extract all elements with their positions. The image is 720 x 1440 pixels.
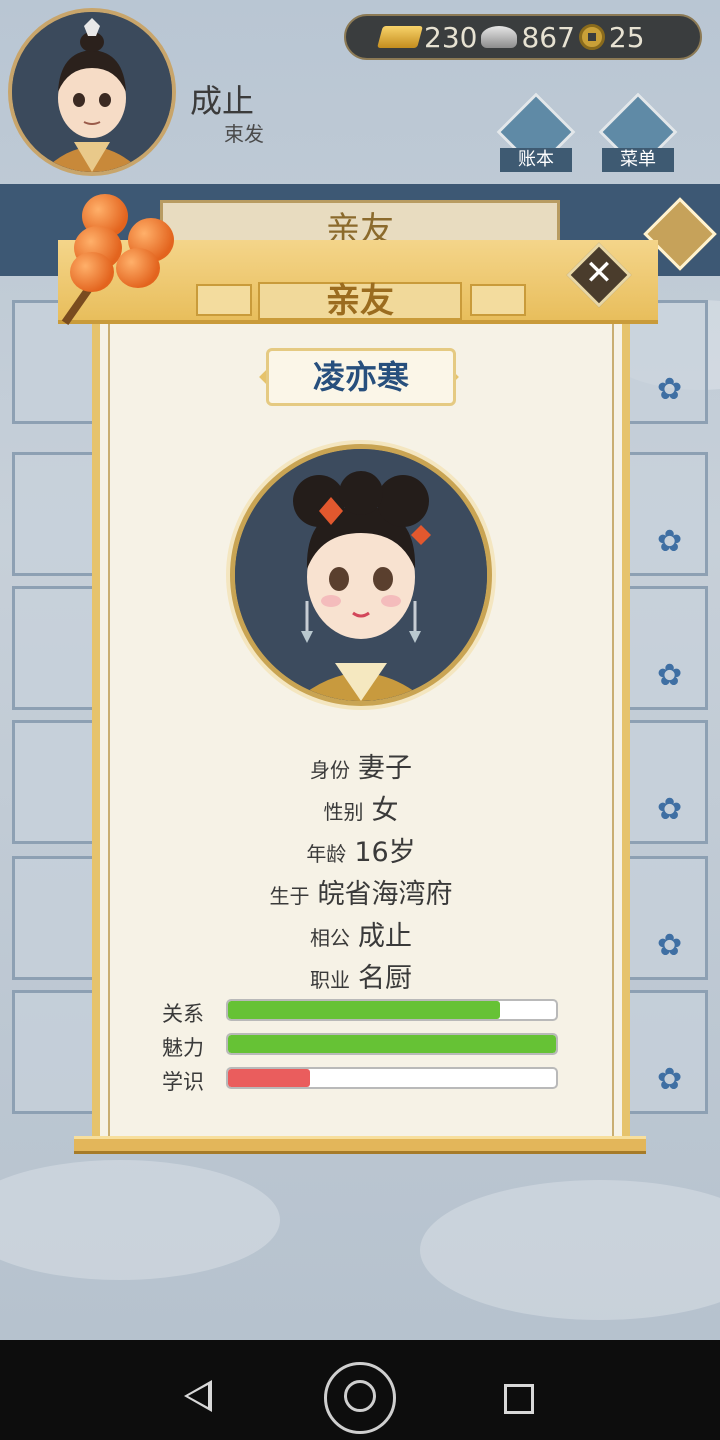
info-row-identity: 身份 妻子 [108, 746, 614, 785]
flower-icon: ✿ [657, 792, 683, 827]
close-icon[interactable]: ✕ [576, 250, 622, 296]
stat-bar-charm [226, 1033, 558, 1055]
resource-bar: 230 867 25 [344, 14, 702, 60]
info-label: 职业 [310, 968, 350, 992]
info-label: 身份 [310, 758, 350, 782]
gold-resource: 230 [377, 20, 478, 54]
female-portrait-icon [235, 449, 487, 701]
silver-value: 867 [521, 20, 575, 54]
coin-value: 25 [608, 20, 645, 54]
cloud-decoration [0, 1160, 280, 1280]
info-value: 皖省海湾府 [317, 879, 453, 910]
gold-ingot-icon [377, 26, 423, 48]
dialog-title: 亲友 [258, 282, 462, 320]
stat-fill [228, 1035, 556, 1053]
home-inner-icon [344, 1380, 376, 1412]
ledger-label: 账本 [500, 148, 572, 172]
silver-ingot-icon [481, 26, 518, 48]
flower-icon: ✿ [657, 524, 683, 559]
info-row-husband: 相公 成止 [108, 914, 614, 953]
recent-square-icon[interactable] [504, 1384, 534, 1414]
stat-label-relationship: 关系 [162, 1002, 204, 1026]
info-label: 年龄 [306, 842, 347, 866]
person-portrait [230, 444, 492, 706]
player-name: 成止 [190, 82, 255, 120]
silver-resource: 867 [481, 20, 575, 54]
gold-value: 230 [424, 20, 478, 54]
info-value: 名厨 [358, 963, 412, 994]
stat-label-knowledge: 学识 [162, 1070, 204, 1094]
menu-button[interactable]: 菜单 [598, 92, 678, 176]
dialog-scroll-rod [74, 1136, 646, 1154]
info-label: 生于 [269, 884, 310, 908]
stat-bar-knowledge [226, 1067, 558, 1089]
player-avatar[interactable] [8, 8, 176, 176]
info-value: 16岁 [354, 837, 416, 868]
info-row-gender: 性别女 [108, 788, 614, 827]
copper-coin-icon [578, 24, 605, 50]
flower-icon: ✿ [657, 658, 683, 693]
info-value: 成止 [358, 921, 412, 952]
info-label: 性别 [323, 800, 364, 824]
flower-icon: ✿ [657, 372, 683, 407]
player-portrait-icon [12, 12, 172, 172]
back-triangle-icon[interactable] [184, 1380, 212, 1412]
hawthorn-fruit-icon [70, 252, 114, 292]
stat-label-charm: 魅力 [162, 1036, 204, 1060]
menu-label: 菜单 [602, 148, 674, 172]
flower-icon: ✿ [657, 928, 683, 963]
ledger-button[interactable]: 账本 [496, 92, 576, 176]
info-row-occupation: 职业 名厨 [108, 956, 614, 995]
cloud-decoration [420, 1180, 720, 1320]
person-name: 凌亦寒 [266, 348, 456, 406]
header-ornament [470, 284, 526, 316]
stat-fill [228, 1001, 501, 1019]
coin-resource: 25 [578, 20, 645, 54]
flower-icon: ✿ [657, 1062, 683, 1097]
info-label: 相公 [310, 926, 350, 950]
info-value: 妻子 [358, 753, 412, 784]
player-rank: 束发 [224, 122, 264, 146]
stat-fill [228, 1069, 310, 1087]
info-value: 女 [371, 795, 399, 826]
hawthorn-fruit-icon [116, 248, 160, 288]
stat-bar-relationship [226, 999, 558, 1021]
info-row-age: 年龄 16岁 [108, 830, 614, 869]
info-row-birthplace: 生于 皖省海湾府 [108, 872, 614, 911]
header-ornament [196, 284, 252, 316]
